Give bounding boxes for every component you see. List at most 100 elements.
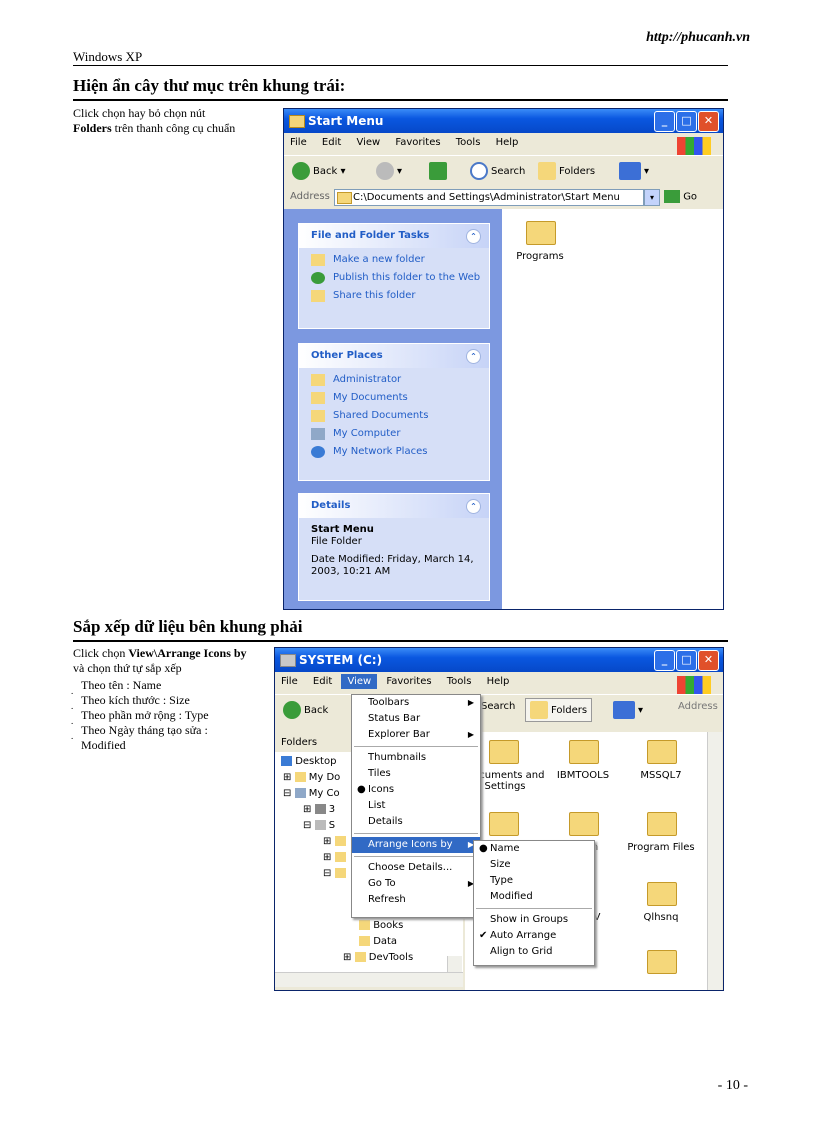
tree-item-devtools[interactable]: ⊞ DevTools [343, 952, 413, 963]
minimize-button[interactable]: _ [654, 111, 675, 132]
tree-item-floppy[interactable]: ⊞ 3 [303, 804, 335, 815]
arrange-by-size[interactable]: Size [474, 857, 594, 873]
view-menu-details[interactable]: Details [352, 814, 480, 830]
menu-file[interactable]: File [275, 674, 304, 689]
minimize-button[interactable]: _ [654, 650, 675, 671]
collapse-chevron-icon[interactable]: ⌃ [466, 499, 481, 514]
view-menu-explorer-bar[interactable]: Explorer Bar ▶ [352, 727, 480, 743]
section2-title: Sắp xếp dữ liệu bên khung phải [73, 617, 303, 636]
arrange-by-modified[interactable]: Modified [474, 889, 594, 905]
search-button[interactable]: Search [470, 162, 525, 180]
details-panel: Details ⌃ Start Menu File Folder Date Mod… [298, 493, 490, 601]
folder-icon [311, 410, 325, 422]
tree-item-data[interactable]: Data [359, 936, 397, 947]
menu-help[interactable]: Help [481, 674, 516, 689]
menu-edit[interactable]: Edit [307, 674, 338, 689]
view-menu-choose-details[interactable]: Choose Details... [352, 860, 480, 876]
menu-favorites[interactable]: Favorites [389, 135, 446, 150]
view-menu-icons[interactable]: ● Icons [352, 782, 480, 798]
address-input[interactable]: C:\Documents and Settings\Administrator\… [334, 189, 644, 206]
go-button[interactable]: Go [664, 190, 697, 203]
place-shared-documents[interactable]: Shared Documents [299, 410, 489, 422]
maximize-button[interactable]: □ [676, 111, 697, 132]
task-publish-to-web[interactable]: Publish this folder to the Web [299, 272, 489, 284]
place-my-computer[interactable]: My Computer [299, 428, 489, 440]
folder-label[interactable]: Program Files [621, 842, 701, 853]
tree-item-folder[interactable]: ⊟ [323, 868, 346, 879]
folders-button[interactable]: Folders [525, 698, 593, 722]
align-to-grid[interactable]: Align to Grid [474, 944, 594, 960]
tree-item-my-documents[interactable]: ⊞ My Do [283, 772, 340, 783]
view-menu-tiles[interactable]: Tiles [352, 766, 480, 782]
menu-help[interactable]: Help [490, 135, 525, 150]
view-menu-arrange-icons-by[interactable]: Arrange Icons by ▶ [352, 837, 480, 853]
view-menu-list[interactable]: List [352, 798, 480, 814]
tree-item-folder[interactable]: ⊞ [323, 836, 346, 847]
menu-view[interactable]: View [341, 674, 378, 689]
folder-icon [311, 374, 325, 386]
close-button[interactable]: ✕ [698, 650, 719, 671]
collapse-chevron-icon[interactable]: ⌃ [466, 349, 481, 364]
tree-horizontal-scrollbar[interactable] [275, 972, 463, 987]
auto-arrange[interactable]: ✔ Auto Arrange [474, 928, 594, 944]
place-administrator[interactable]: Administrator [299, 374, 489, 386]
views-button[interactable]: ▾ [613, 701, 643, 719]
maximize-button[interactable]: □ [676, 650, 697, 671]
panel-header[interactable]: File and Folder Tasks ⌃ [299, 224, 489, 248]
computer-icon [294, 788, 306, 798]
arrange-by-type[interactable]: Type [474, 873, 594, 889]
views-button[interactable]: ▾ [619, 162, 649, 180]
search-icon [470, 162, 488, 180]
bullet-modified: . Theo Ngày tháng tạo sửa : Modified [71, 723, 208, 752]
search-button[interactable]: Search [481, 701, 515, 712]
forward-button[interactable]: ▾ [376, 162, 402, 180]
place-my-documents[interactable]: My Documents [299, 392, 489, 404]
folder-label[interactable]: IBMTOOLS [543, 770, 623, 781]
view-menu-status-bar[interactable]: Status Bar [352, 711, 480, 727]
radio-dot-icon: ● [479, 843, 488, 854]
tree-item-system-drive[interactable]: ⊟ S [303, 820, 335, 831]
tree-item-books[interactable]: Books [359, 920, 403, 931]
tree-scroll-down[interactable] [447, 956, 462, 972]
menu-tools[interactable]: Tools [450, 135, 487, 150]
folders-button[interactable]: Folders [538, 162, 595, 180]
header-url: http://phucanh.vn [646, 30, 750, 45]
section1-title: Hiện ẩn cây thư mục trên khung trái: [73, 76, 346, 95]
network-icon [311, 446, 325, 458]
folder-label[interactable]: Qlhsnq [621, 912, 701, 923]
tree-item-desktop[interactable]: Desktop [281, 756, 336, 767]
menu-favorites[interactable]: Favorites [380, 674, 437, 689]
title-bar[interactable]: Start Menu _ □ ✕ [284, 109, 723, 133]
folder-label[interactable]: MSSQL7 [621, 770, 701, 781]
up-button[interactable] [429, 162, 450, 180]
close-button[interactable]: ✕ [698, 111, 719, 132]
back-arrow-icon [283, 701, 301, 719]
view-menu-thumbnails[interactable]: Thumbnails [352, 750, 480, 766]
task-make-new-folder[interactable]: Make a new folder [299, 254, 489, 266]
place-my-network-places[interactable]: My Network Places [299, 446, 489, 458]
menu-view[interactable]: View [350, 135, 386, 150]
title-bar[interactable]: SYSTEM (C:) _ □ ✕ [275, 648, 723, 672]
view-menu-toolbars[interactable]: Toolbars ▶ [352, 695, 480, 711]
menu-edit[interactable]: Edit [316, 135, 347, 150]
arrange-by-name[interactable]: ● Name [474, 841, 594, 857]
show-in-groups[interactable]: Show in Groups [474, 912, 594, 928]
panel-header[interactable]: Other Places ⌃ [299, 344, 489, 368]
content-vertical-scrollbar[interactable] [707, 732, 722, 990]
section2-rule [73, 640, 728, 642]
menu-file[interactable]: File [284, 135, 313, 150]
task-share-folder[interactable]: Share this folder [299, 290, 489, 302]
drive-icon [280, 654, 296, 667]
collapse-chevron-icon[interactable]: ⌃ [466, 229, 481, 244]
back-button[interactable]: Back ▾ [292, 162, 345, 180]
address-dropdown[interactable]: ▾ [644, 189, 660, 206]
view-menu-go-to[interactable]: Go To ▶ [352, 876, 480, 892]
menu-tools[interactable]: Tools [441, 674, 478, 689]
tree-item-folder[interactable]: ⊞ [323, 852, 346, 863]
tree-item-my-computer[interactable]: ⊟ My Co [283, 788, 340, 799]
view-menu-refresh[interactable]: Refresh [352, 892, 480, 908]
panel-header[interactable]: Details ⌃ [299, 494, 489, 518]
back-button[interactable]: Back [283, 701, 328, 719]
menu-bar: File Edit View Favorites Tools Help [275, 674, 723, 694]
section1-description: Click chọn hay bỏ chọn nút Folders trên … [73, 106, 236, 135]
